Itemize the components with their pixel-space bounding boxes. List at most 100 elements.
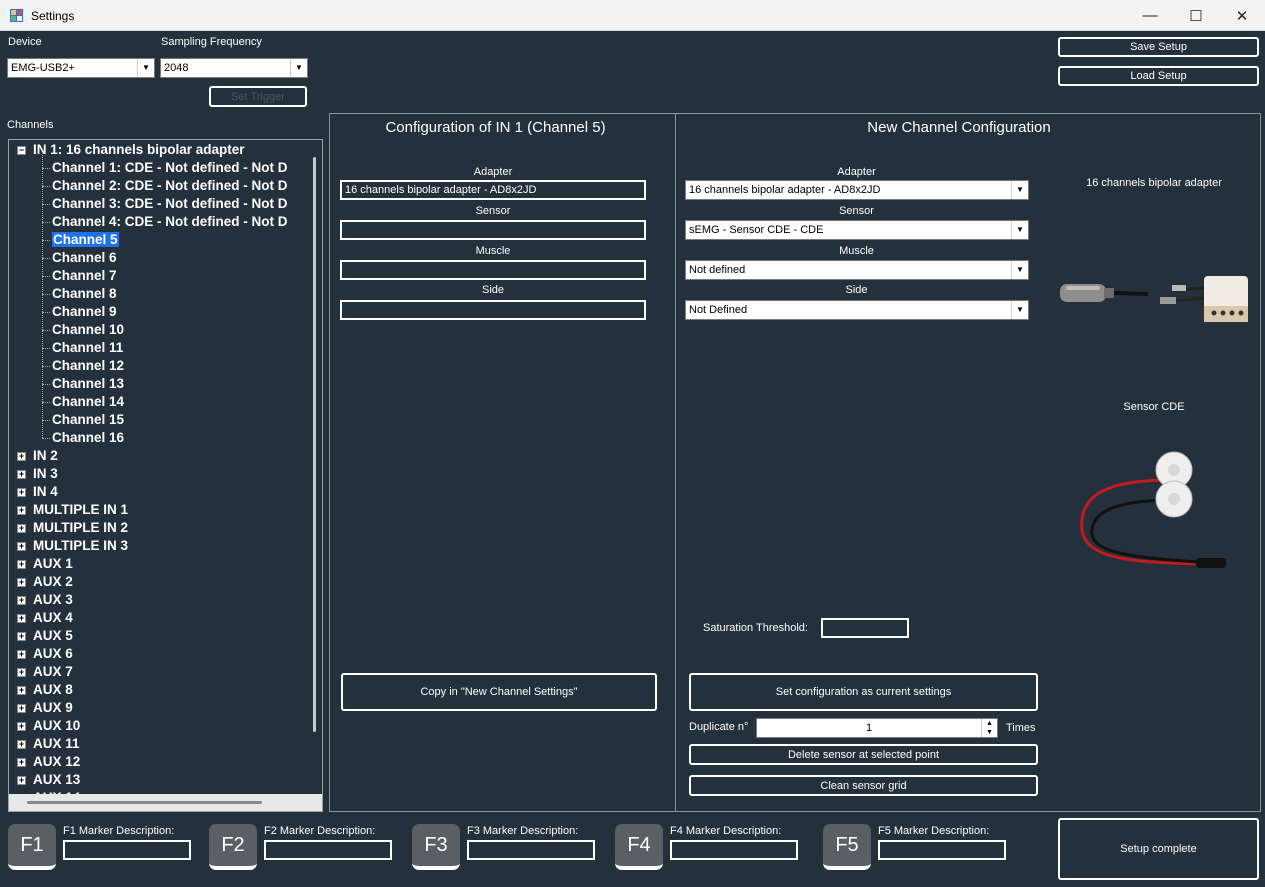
- tree-node[interactable]: AUX 7: [33, 663, 73, 681]
- tree-horizontal-scrollbar[interactable]: [9, 794, 322, 811]
- tree-child-node[interactable]: Channel 13: [52, 375, 124, 393]
- tree-child-node[interactable]: Channel 12: [52, 357, 124, 375]
- adapter-field[interactable]: 16 channels bipolar adapter - AD8x2JD: [340, 180, 646, 200]
- stepper-down-icon[interactable]: ▼: [982, 728, 997, 737]
- expand-icon[interactable]: +: [17, 722, 26, 731]
- channels-tree[interactable]: IN 1: 16 channels bipolar adapter − Channe…: [8, 139, 323, 812]
- tree-node[interactable]: AUX 10: [33, 717, 80, 735]
- scroll-thumb[interactable]: [27, 801, 262, 804]
- tree-child-node[interactable]: Channel 10: [52, 321, 124, 339]
- expand-icon[interactable]: +: [17, 686, 26, 695]
- tree-node[interactable]: AUX 4: [33, 609, 73, 627]
- tree-child-node[interactable]: Channel 7: [52, 267, 117, 285]
- expand-icon[interactable]: +: [17, 614, 26, 623]
- tree-node[interactable]: AUX 11: [33, 735, 80, 753]
- minimize-button[interactable]: —: [1127, 0, 1173, 31]
- set-trigger-button[interactable]: Set Trigger: [209, 86, 307, 107]
- tree-child-node[interactable]: Channel 9: [52, 303, 117, 321]
- expand-icon[interactable]: +: [17, 650, 26, 659]
- maximize-button[interactable]: ☐: [1173, 0, 1219, 31]
- clean-sensor-grid-button[interactable]: Clean sensor grid: [689, 775, 1038, 796]
- new-side-select[interactable]: Not Defined ▼: [685, 300, 1029, 320]
- f4-marker-field[interactable]: [670, 840, 798, 860]
- expand-icon[interactable]: +: [17, 542, 26, 551]
- tree-child-node[interactable]: Channel 6: [52, 249, 117, 267]
- expand-icon[interactable]: +: [17, 578, 26, 587]
- tree-node[interactable]: AUX 1: [33, 555, 73, 573]
- f4-key[interactable]: F4: [615, 824, 663, 870]
- tree-child-node[interactable]: Channel 14: [52, 393, 124, 411]
- delete-sensor-button[interactable]: Delete sensor at selected point: [689, 744, 1038, 765]
- sensor-field[interactable]: [340, 220, 646, 240]
- expand-icon[interactable]: +: [17, 524, 26, 533]
- set-configuration-button[interactable]: Set configuration as current settings: [689, 673, 1038, 711]
- expand-icon[interactable]: +: [17, 704, 26, 713]
- new-adapter-select[interactable]: 16 channels bipolar adapter - AD8x2JD ▼: [685, 180, 1029, 200]
- collapse-icon[interactable]: −: [17, 146, 26, 155]
- expand-icon[interactable]: +: [17, 596, 26, 605]
- saturation-threshold-field[interactable]: [821, 618, 909, 638]
- expand-icon[interactable]: +: [17, 488, 26, 497]
- expand-icon[interactable]: +: [17, 470, 26, 479]
- tree-connector: [42, 420, 50, 421]
- tree-child-node[interactable]: Channel 4: CDE - Not defined - Not D: [52, 213, 288, 231]
- tree-node[interactable]: MULTIPLE IN 3: [33, 537, 128, 555]
- f1-marker-field[interactable]: [63, 840, 191, 860]
- f1-key[interactable]: F1: [8, 824, 56, 870]
- tree-node[interactable]: IN 2: [33, 447, 58, 465]
- expand-icon[interactable]: +: [17, 506, 26, 515]
- expand-icon[interactable]: +: [17, 758, 26, 767]
- tree-node-label: Channel 13: [52, 376, 125, 391]
- expand-icon[interactable]: +: [17, 740, 26, 749]
- f5-marker-field[interactable]: [878, 840, 1006, 860]
- f5-key[interactable]: F5: [823, 824, 871, 870]
- tree-node[interactable]: AUX 13: [33, 771, 80, 789]
- tree-child-node[interactable]: Channel 11: [52, 339, 123, 357]
- expand-icon[interactable]: +: [17, 632, 26, 641]
- tree-child-node[interactable]: Channel 2: CDE - Not defined - Not D: [52, 177, 288, 195]
- tree-node[interactable]: IN 1: 16 channels bipolar adapter: [33, 141, 245, 159]
- tree-child-node[interactable]: Channel 3: CDE - Not defined - Not D: [52, 195, 288, 213]
- f3-marker-field[interactable]: [467, 840, 595, 860]
- tree-node[interactable]: IN 4: [33, 483, 58, 501]
- device-select[interactable]: EMG-USB2+ ▼: [7, 58, 155, 78]
- expand-icon[interactable]: +: [17, 452, 26, 461]
- muscle-field[interactable]: [340, 260, 646, 280]
- expand-icon[interactable]: +: [17, 668, 26, 677]
- tree-node[interactable]: AUX 6: [33, 645, 73, 663]
- tree-child-node[interactable]: Channel 5: [52, 231, 119, 249]
- close-button[interactable]: ✕: [1219, 0, 1265, 31]
- tree-child-node[interactable]: Channel 1: CDE - Not defined - Not D: [52, 159, 288, 177]
- f2-key[interactable]: F2: [209, 824, 257, 870]
- copy-to-new-settings-button[interactable]: Copy in "New Channel Settings": [341, 673, 657, 711]
- save-setup-button[interactable]: Save Setup: [1058, 37, 1259, 57]
- tree-node[interactable]: MULTIPLE IN 2: [33, 519, 128, 537]
- f3-key[interactable]: F3: [412, 824, 460, 870]
- tree-node[interactable]: AUX 2: [33, 573, 73, 591]
- new-sensor-select[interactable]: sEMG - Sensor CDE - CDE ▼: [685, 220, 1029, 240]
- setup-complete-button[interactable]: Setup complete: [1058, 818, 1259, 880]
- expand-icon[interactable]: +: [17, 560, 26, 569]
- scroll-thumb[interactable]: [313, 157, 316, 732]
- tree-node[interactable]: IN 3: [33, 465, 58, 483]
- tree-vertical-scrollbar[interactable]: [305, 140, 322, 795]
- stepper-buttons[interactable]: ▲ ▼: [981, 719, 997, 737]
- side-field[interactable]: [340, 300, 646, 320]
- expand-icon[interactable]: +: [17, 776, 26, 785]
- tree-child-node[interactable]: Channel 15: [52, 411, 124, 429]
- f2-marker-field[interactable]: [264, 840, 392, 860]
- duplicate-stepper[interactable]: 1 ▲ ▼: [756, 718, 998, 738]
- new-muscle-select[interactable]: Not defined ▼: [685, 260, 1029, 280]
- stepper-up-icon[interactable]: ▲: [982, 719, 997, 728]
- tree-node[interactable]: AUX 9: [33, 699, 73, 717]
- tree-node[interactable]: MULTIPLE IN 1: [33, 501, 128, 519]
- tree-node[interactable]: AUX 3: [33, 591, 73, 609]
- tree-node[interactable]: AUX 8: [33, 681, 73, 699]
- tree-node-label: AUX 6: [33, 646, 73, 661]
- tree-node[interactable]: AUX 5: [33, 627, 73, 645]
- tree-child-node[interactable]: Channel 16: [52, 429, 124, 447]
- load-setup-button[interactable]: Load Setup: [1058, 66, 1259, 86]
- tree-child-node[interactable]: Channel 8: [52, 285, 117, 303]
- sampling-frequency-select[interactable]: 2048 ▼: [160, 58, 308, 78]
- tree-node[interactable]: AUX 12: [33, 753, 80, 771]
